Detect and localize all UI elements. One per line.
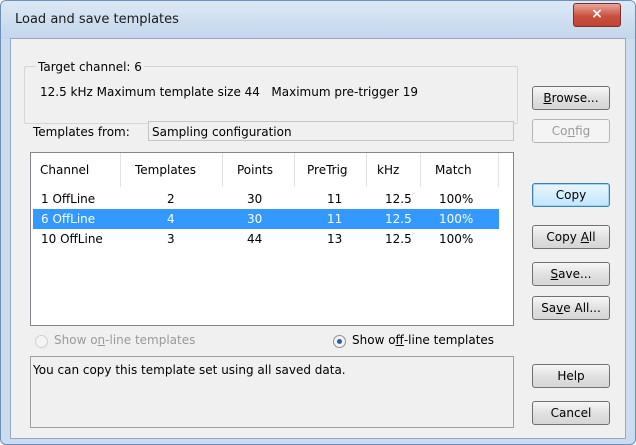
column-header-channel[interactable]: Channel (31, 153, 121, 187)
max-pretrig-label: Maximum pre-trigger (271, 85, 399, 99)
table-row-selected[interactable]: 6 OffLine 4 30 11 12.5 100% (33, 209, 499, 229)
close-icon: × (591, 6, 603, 22)
cell-channel: 1 OffLine (41, 192, 96, 206)
cell-pretrig: 11 (327, 192, 343, 206)
offline-templates-radio[interactable] (333, 335, 346, 348)
online-templates-radio[interactable] (35, 335, 48, 348)
max-size-value: 44 (244, 85, 260, 99)
templates-from-field: Sampling configuration (148, 121, 514, 141)
cell-khz: 12.5 (385, 192, 412, 206)
cell-channel: 10 OffLine (41, 232, 103, 246)
column-header-match[interactable]: Match (421, 153, 499, 187)
cell-match: 100% (439, 212, 474, 226)
max-size-label: Maximum template size (96, 85, 241, 99)
copy-all-button[interactable]: Copy All (532, 225, 610, 249)
column-header-templates[interactable]: Templates (121, 153, 223, 187)
table-row[interactable]: 10 OffLine 3 44 13 12.5 100% (33, 229, 499, 249)
close-button[interactable]: × (573, 3, 621, 27)
help-button[interactable]: Help (532, 364, 610, 388)
templates-from-label: Templates from: (33, 125, 130, 139)
cell-templates: 4 (167, 212, 175, 226)
sample-rate: 12.5 kHz (40, 85, 93, 99)
cell-khz: 12.5 (385, 212, 412, 226)
column-header-khz[interactable]: kHz (367, 153, 421, 187)
column-header-pretrig[interactable]: PreTrig (295, 153, 367, 187)
cell-points: 30 (247, 192, 263, 206)
target-channel-legend: Target channel: 6 (36, 60, 144, 74)
online-templates-label: Show on-line templates (54, 333, 196, 347)
table-row[interactable]: 1 OffLine 2 30 11 12.5 100% (33, 189, 499, 209)
cell-templates: 3 (167, 232, 175, 246)
cell-khz: 12.5 (385, 232, 412, 246)
target-channel-details: 12.5 kHz Maximum template size 44 Maximu… (40, 85, 418, 99)
cell-pretrig: 11 (327, 212, 343, 226)
window-title: Load and save templates (15, 12, 179, 27)
cancel-button[interactable]: Cancel (532, 401, 610, 425)
radio-selected-dot (337, 339, 342, 344)
templates-table[interactable]: Channel Templates Points PreTrig kHz Mat… (30, 152, 514, 326)
cell-channel: 6 OffLine (41, 212, 96, 226)
offline-templates-label: Show off-line templates (352, 333, 495, 347)
cell-match: 100% (439, 192, 474, 206)
templates-from-value: Sampling configuration (152, 125, 292, 139)
title-bar[interactable]: Load and save templates × (1, 1, 635, 39)
save-button[interactable]: Save... (532, 262, 610, 286)
browse-button[interactable]: Browse... (532, 86, 610, 110)
cell-pretrig: 13 (327, 232, 343, 246)
copy-button[interactable]: Copy (532, 183, 610, 207)
table-header: Channel Templates Points PreTrig kHz Mat… (31, 153, 499, 187)
cell-points: 30 (247, 212, 263, 226)
config-button[interactable]: Config (532, 119, 610, 143)
cell-templates: 2 (167, 192, 175, 206)
max-pretrig-value: 19 (402, 85, 418, 99)
save-all-button[interactable]: Save All... (532, 296, 610, 320)
status-message: You can copy this template set using all… (33, 363, 346, 377)
cell-points: 44 (247, 232, 263, 246)
status-message-box: You can copy this template set using all… (30, 356, 514, 428)
cell-match: 100% (439, 232, 474, 246)
column-header-points[interactable]: Points (223, 153, 295, 187)
